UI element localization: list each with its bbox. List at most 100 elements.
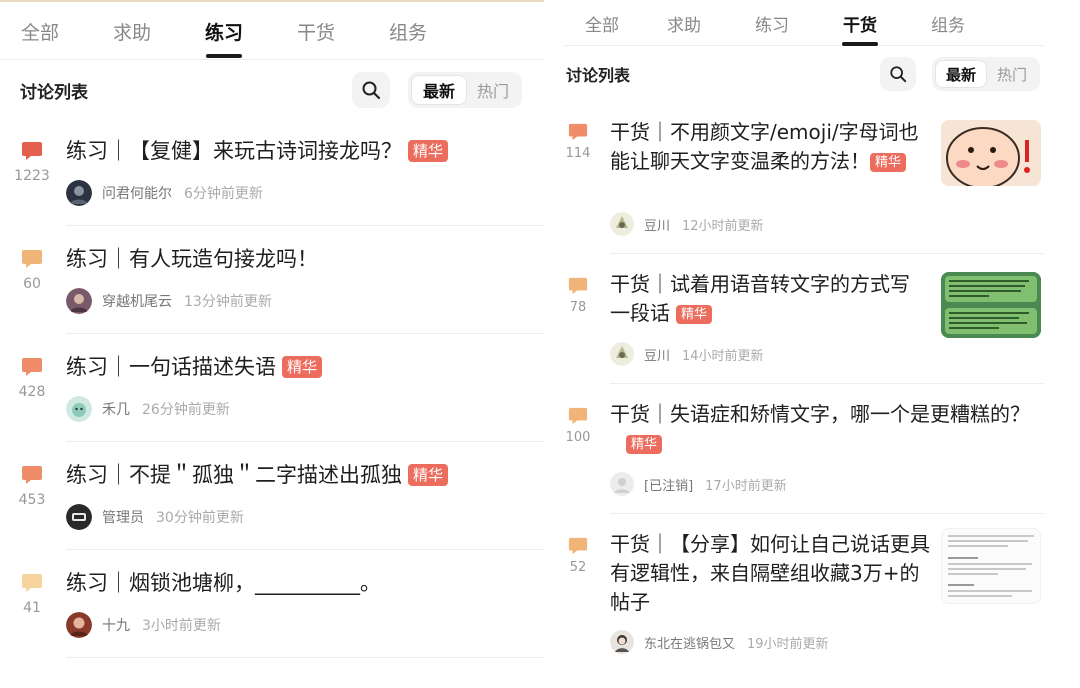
update-time: 13分钟前更新 <box>184 294 272 310</box>
avatar[interactable] <box>610 630 634 654</box>
update-time: 17小时前更新 <box>705 478 787 494</box>
list-item[interactable]: 1223 练习｜【复健】来玩古诗词接龙吗？ 精华 问君何能尔 6分钟前更新 <box>0 114 544 226</box>
search-icon <box>890 66 907 83</box>
post-thumbnail[interactable] <box>941 120 1041 186</box>
post-title[interactable]: 练习｜不提＂孤独＂二字描述出孤独 精华 <box>66 460 536 490</box>
author-name[interactable]: 十九 <box>102 615 130 635</box>
post-title[interactable]: 干货｜【分享】如何让自己说话更具有逻辑性，来自隔壁组收藏3万+的帖子 <box>610 530 930 617</box>
list-item[interactable]: 428 练习｜一句话描述失语 精华 禾几 26分钟前更新 <box>0 334 544 442</box>
author-name[interactable]: [已注销] <box>644 475 693 494</box>
post-title-text: 干货｜【分享】如何让自己说话更具有逻辑性，来自隔壁组收藏3万+的帖子 <box>610 532 930 614</box>
update-time: 26分钟前更新 <box>142 402 230 418</box>
avatar[interactable] <box>66 396 92 422</box>
post-title[interactable]: 练习｜有人玩造句接龙吗！ <box>66 244 526 274</box>
avatar[interactable] <box>66 612 92 638</box>
list-item[interactable]: 100 干货｜失语症和矫情文字，哪一个是更糟糕的？ 精华 [已注销] 17小时前更新 <box>548 384 1080 514</box>
tab-all[interactable]: 全部 <box>0 2 80 60</box>
post-title[interactable]: 练习｜【复健】来玩古诗词接龙吗？ 精华 <box>66 136 526 166</box>
featured-badge: 精华 <box>626 435 663 454</box>
tab-tips[interactable]: 干货 <box>264 2 368 60</box>
avatar[interactable] <box>66 288 92 314</box>
tab-group-affairs[interactable]: 组务 <box>904 0 992 46</box>
update-time: 6分钟前更新 <box>184 186 263 202</box>
update-time: 14小时前更新 <box>682 348 764 364</box>
comment-bubble-icon <box>22 142 42 160</box>
post-meta: [已注销] 17小时前更新 <box>610 472 787 496</box>
author-name[interactable]: 穿越机尾云 <box>102 291 172 311</box>
featured-badge: 精华 <box>408 140 449 162</box>
author-name[interactable]: 管理员 <box>102 507 144 527</box>
tab-label: 组务 <box>388 21 427 44</box>
post-title[interactable]: 干货｜不用颜文字/emoji/字母词也能让聊天文字变温柔的方法！ 精华 <box>610 118 928 176</box>
list-title: 讨论列表 <box>566 66 631 85</box>
comment-bubble-icon <box>22 250 42 268</box>
left-panel: 全部 求助 练习 干货 组务 讨论列表 最新 热门 1223 练习｜【复健】来玩… <box>0 0 544 688</box>
list-item[interactable]: 41 练习｜烟锁池塘柳，__________。 十九 3小时前更新 <box>0 550 544 658</box>
author-name[interactable]: 豆川 <box>644 345 670 364</box>
avatar[interactable] <box>610 212 634 236</box>
tab-help[interactable]: 求助 <box>80 2 184 60</box>
tab-group-affairs[interactable]: 组务 <box>368 2 448 60</box>
post-meta: 管理员 30分钟前更新 <box>66 504 244 530</box>
post-meta: 豆川 12小时前更新 <box>610 212 764 236</box>
avatar[interactable] <box>66 180 92 206</box>
comment-count: 453 <box>18 492 46 508</box>
author-name[interactable]: 禾几 <box>102 399 130 419</box>
sort-latest-button[interactable]: 最新 <box>411 75 467 105</box>
comment-count: 52 <box>569 560 587 575</box>
comment-count: 41 <box>23 600 41 616</box>
search-button[interactable] <box>880 57 916 91</box>
comment-count: 100 <box>565 430 591 445</box>
author-name[interactable]: 问君何能尔 <box>102 183 172 203</box>
tab-all[interactable]: 全部 <box>564 0 640 46</box>
post-title-text: 练习｜烟锁池塘柳，__________。 <box>66 571 381 595</box>
comment-bubble-icon <box>568 407 588 425</box>
list-item[interactable]: 60 练习｜有人玩造句接龙吗！ 穿越机尾云 13分钟前更新 <box>0 226 544 334</box>
tab-label: 干货 <box>843 15 877 36</box>
comment-bubble-icon <box>22 358 42 376</box>
update-time: 30分钟前更新 <box>156 510 244 526</box>
tab-label: 练习 <box>204 21 243 44</box>
post-title[interactable]: 练习｜烟锁池塘柳，__________。 <box>66 568 526 598</box>
tab-label: 全部 <box>585 15 619 36</box>
post-meta: 问君何能尔 6分钟前更新 <box>66 180 263 206</box>
tab-practice[interactable]: 练习 <box>728 0 816 46</box>
tab-tips[interactable]: 干货 <box>816 0 904 46</box>
post-title[interactable]: 干货｜试着用语音转文字的方式写一段话 精华 <box>610 270 928 328</box>
post-thumbnail[interactable] <box>941 528 1041 604</box>
post-title-text: 练习｜有人玩造句接龙吗！ <box>66 247 318 271</box>
author-name[interactable]: 豆川 <box>644 215 670 234</box>
list-item[interactable]: 453 练习｜不提＂孤独＂二字描述出孤独 精华 管理员 30分钟前更新 <box>0 442 544 550</box>
list-item[interactable]: 52 干货｜【分享】如何让自己说话更具有逻辑性，来自隔壁组收藏3万+的帖子 东北… <box>548 514 1080 688</box>
post-title-text: 练习｜一句话描述失语 <box>66 355 276 379</box>
avatar[interactable] <box>610 472 634 496</box>
comment-bubble-icon <box>568 277 588 295</box>
author-name[interactable]: 东北在逃锅包又 <box>644 633 735 652</box>
tab-label: 组务 <box>931 15 965 36</box>
post-title-text: 干货｜试着用语音转文字的方式写一段话 <box>610 272 910 325</box>
tab-help[interactable]: 求助 <box>640 0 728 46</box>
list-item[interactable]: 114 干货｜不用颜文字/emoji/字母词也能让聊天文字变温柔的方法！ 精华 豆… <box>548 104 1080 254</box>
category-tabs: 全部 求助 练习 干货 组务 <box>564 0 1044 46</box>
avatar[interactable] <box>610 342 634 366</box>
list-title: 讨论列表 <box>20 82 88 103</box>
sort-latest-button[interactable]: 最新 <box>935 60 987 88</box>
comment-bubble-icon <box>22 574 42 592</box>
avatar[interactable] <box>66 504 92 530</box>
tab-label: 全部 <box>20 21 59 44</box>
sort-hot-button[interactable]: 热门 <box>467 75 519 105</box>
list-item[interactable]: 78 干货｜试着用语音转文字的方式写一段话 精华 豆川 14小时前更新 <box>548 254 1080 384</box>
post-thumbnail[interactable] <box>941 272 1041 338</box>
sort-toggle: 最新 热门 <box>932 57 1040 91</box>
post-title[interactable]: 练习｜一句话描述失语 精华 <box>66 352 526 382</box>
comment-count: 78 <box>569 300 587 315</box>
tab-practice[interactable]: 练习 <box>184 2 264 60</box>
post-title[interactable]: 干货｜失语症和矫情文字，哪一个是更糟糕的？ 精华 <box>610 400 1030 458</box>
search-button[interactable] <box>352 72 390 108</box>
comment-count: 60 <box>23 276 41 292</box>
sort-hot-button[interactable]: 热门 <box>987 60 1037 88</box>
tab-label: 练习 <box>755 15 789 36</box>
category-tabs: 全部 求助 练习 干货 组务 <box>0 2 544 60</box>
tab-label: 干货 <box>296 21 335 44</box>
featured-badge: 精华 <box>676 305 713 324</box>
